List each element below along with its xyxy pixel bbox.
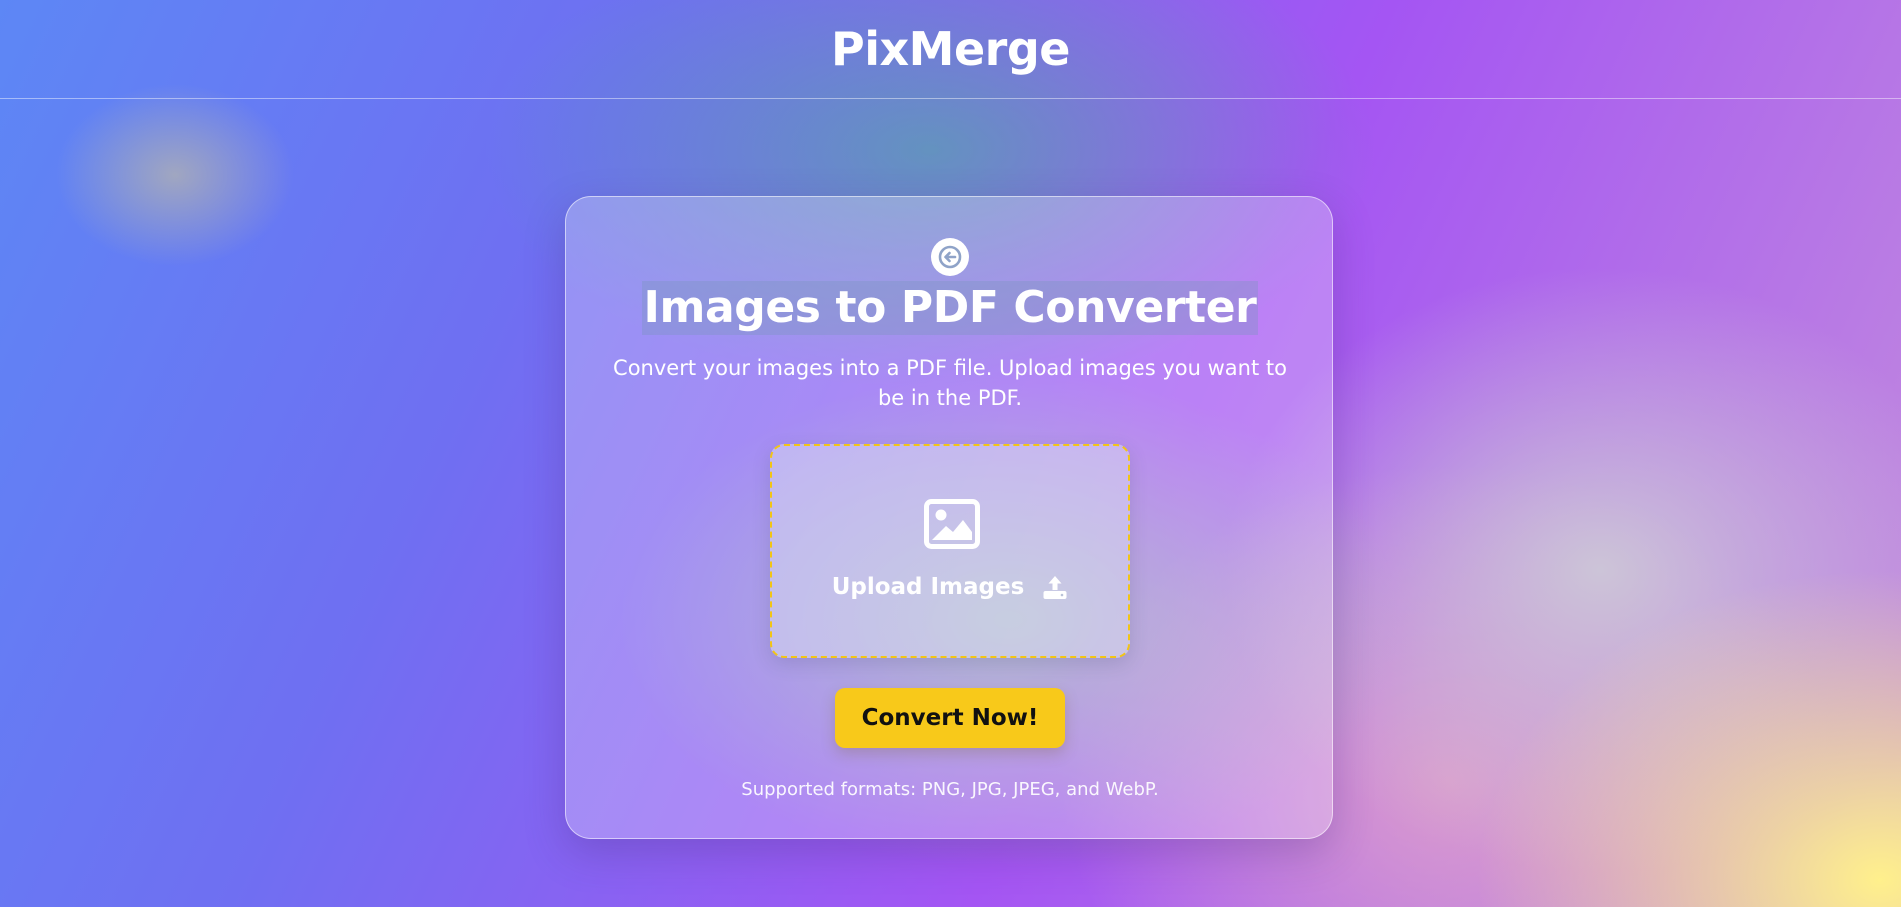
- back-button[interactable]: [931, 238, 969, 276]
- upload-icon: [1043, 576, 1067, 599]
- page-title: Images to PDF Converter: [566, 281, 1334, 335]
- page-description: Convert your images into a PDF file. Upl…: [613, 356, 1287, 410]
- app-header: PixMerge: [0, 0, 1901, 99]
- upload-label-row: Upload Images: [772, 574, 1128, 600]
- arrow-left-icon: [938, 245, 962, 269]
- image-icon: [924, 499, 980, 549]
- upload-images-dropzone[interactable]: Upload Images: [770, 444, 1130, 658]
- supported-formats-note: Supported formats: PNG, JPG, JPEG, and W…: [741, 779, 1159, 800]
- converter-card: Images to PDF Converter Convert your ima…: [565, 196, 1333, 839]
- page-title-text: Images to PDF Converter: [641, 281, 1259, 335]
- app-title: PixMerge: [831, 22, 1070, 76]
- upload-images-label: Upload Images: [831, 574, 1025, 600]
- convert-now-button[interactable]: Convert Now!: [835, 688, 1065, 748]
